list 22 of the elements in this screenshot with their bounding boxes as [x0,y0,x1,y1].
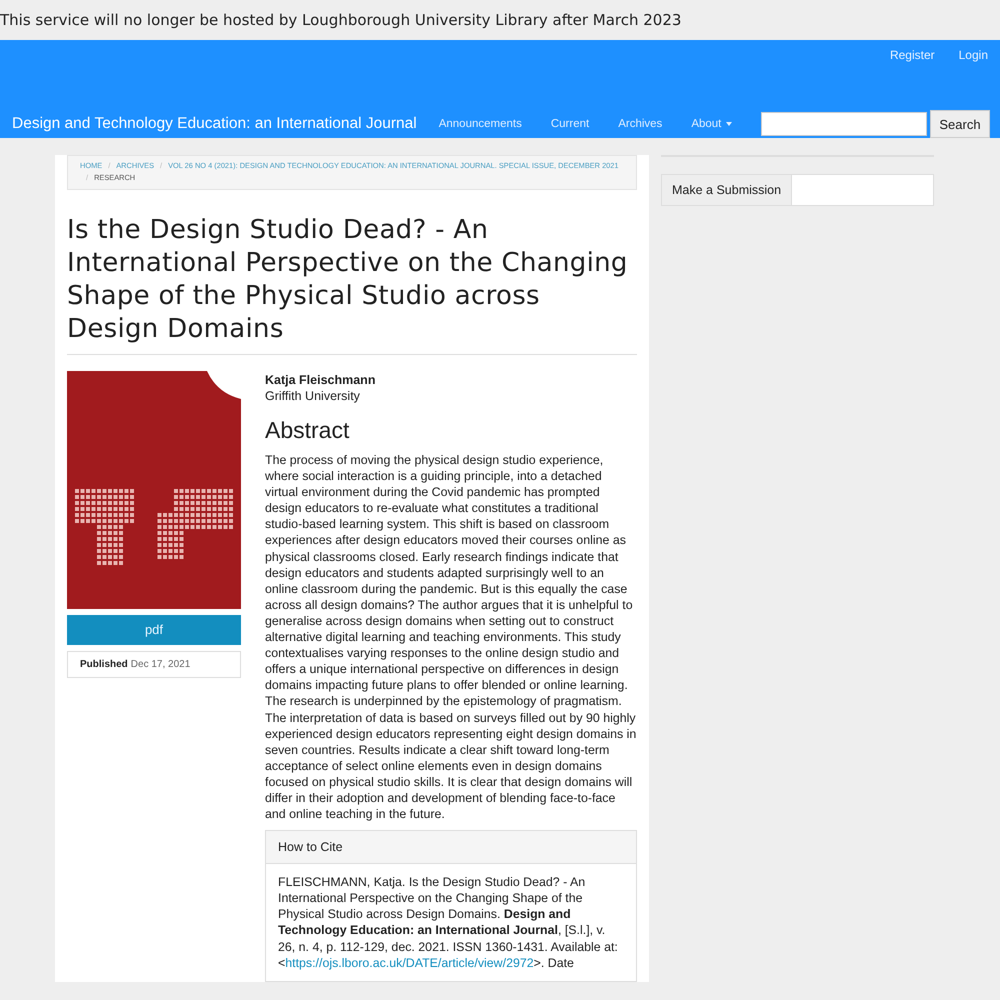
author-affiliation: Griffith University [265,389,361,403]
search-field[interactable] [761,112,928,136]
citation-text: FLEISCHMANN, Katja. Is the Design Studio Dead? - An International Perspective on the Changing Shape of the Physical Studio across Design Domains. Design and Technology Education: an International Journal, [S.l.], v. 26, n. 4, p. 112-129, dec. 2021. ISSN 1360-1431. Available at: <https://ojs.lboro.ac.uk/DATE/article/view/2972>. Date [278,874,619,971]
service-notice: This service will no longer be hosted by Loughborough University Library after March 2023 [0,10,682,31]
author-name: Katja Fleischmann [265,373,376,387]
nav-link[interactable]: Announcements [438,118,522,130]
nav-link[interactable]: Archives [618,118,662,130]
article-title: Is the Design Studio Dead? - An International Perspective on the Changing Shape of the Physical Studio across Design Domains [67,214,629,346]
nav-link[interactable]: About [691,118,732,130]
search-button[interactable]: Search [930,110,990,138]
nav-link[interactable]: Current [550,118,590,130]
make-submission-button[interactable]: Make a Submission [662,175,792,205]
user-nav-link[interactable]: Login [958,48,988,77]
user-nav-link[interactable]: Register [890,48,935,77]
how-to-cite-heading: How to Cite [266,831,636,864]
published-label: Published [80,659,128,670]
pdf-button[interactable]: pdf [67,615,241,645]
site-title-link[interactable]: Design and Technology Education: an International Journal [12,115,417,133]
abstract-heading: Abstract [265,417,350,444]
abstract-text: The process of moving the physical design studio experience, where social interaction is a guiding principle, into a detached virtual environment during the Covid pandemic has prompted design educators to re-evaluate what constitutes a traditional studio-based learning system. This shift is based on classroom experiences after design educators moved their courses online as physical classrooms closed. Early research findings indicate that design educators and students adapted surprisingly well to an online classroom during the pandemic. But is this equally the case across all design domains? The author argues that it is unhelpful to generalise across design domains when setting out to construct alternative digital learning and teaching environments. This study contextualises varying responses to the online design studio and offers a unique international perspective on differences in design domains impacting future plans to offer blended or online learning. The research is underpinned by the epistemology of pragmatism. The interpretation of data is based on surveys filled out by 90 highly experienced design educators representing eight design domains in seven countries. Results indicate a clear shift toward long-term acceptance of select online elements even in design domains focused on physical studio skills. It is clear that design domains will differ in their adoption and development of blending face-to-face and online teaching in the future. [265,452,637,822]
published-date: Dec 17, 2021 [130,659,190,670]
citation-link[interactable]: https://ojs.lboro.ac.uk/DATE/article/view/2972 [285,956,534,970]
